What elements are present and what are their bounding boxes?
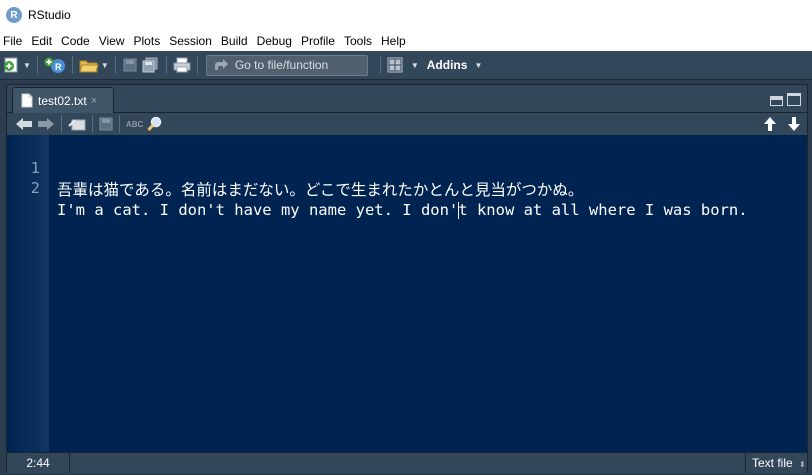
menu-profile[interactable]: Profile <box>297 34 340 48</box>
editor-nav-arrows <box>763 116 801 132</box>
title-bar: R RStudio <box>0 0 812 30</box>
editor-status-bar: 2:44 Text file ⬍ <box>7 452 807 473</box>
file-type-selector[interactable]: Text file ⬍ <box>745 453 807 473</box>
save-icon <box>123 58 137 72</box>
addins-menu-button[interactable]: Addins ▼ <box>427 58 483 72</box>
text-file-icon <box>21 93 33 108</box>
open-file-button[interactable]: ▼ <box>79 55 109 75</box>
goto-arrow-icon <box>214 59 228 70</box>
print-button[interactable] <box>173 55 191 75</box>
minimize-pane-icon[interactable] <box>770 96 783 106</box>
line-number: 2 <box>30 179 40 197</box>
line-text: I'm a cat. I don't have my name yet. I d… <box>57 199 748 221</box>
pane-layout-button[interactable]: ▼ <box>387 55 419 75</box>
line-text-before-cursor: I'm a cat. I don't have my name yet. I d… <box>57 201 459 219</box>
toolbar-divider <box>379 56 381 74</box>
addins-label: Addins <box>426 58 468 72</box>
grid-layout-icon <box>387 57 403 73</box>
toolbar-divider <box>196 56 198 74</box>
tab-label: test02.txt <box>38 93 87 108</box>
chevron-down-icon: ▼ <box>23 60 31 70</box>
save-icon <box>99 117 113 131</box>
menu-debug[interactable]: Debug <box>253 34 297 48</box>
menu-view[interactable]: View <box>95 34 130 48</box>
editor-save-button[interactable] <box>99 114 113 134</box>
chevron-down-icon: ▼ <box>410 60 419 70</box>
code-editor[interactable]: 1 吾輩は猫である。名前はまだない。どこで生まれたかとんと見当がつかぬ。 2 I… <box>7 135 807 452</box>
menu-build[interactable]: Build <box>217 34 253 48</box>
show-in-window-button[interactable] <box>68 114 86 134</box>
svg-text:R: R <box>55 62 62 72</box>
code-line[interactable]: 2 I'm a cat. I don't have my name yet. I… <box>7 155 748 219</box>
magnifier-icon <box>147 116 162 132</box>
toolbar-divider <box>119 115 120 133</box>
toolbar-divider <box>92 115 93 133</box>
chevron-down-icon: ▼ <box>474 60 483 70</box>
new-file-button[interactable]: ▼ <box>3 55 31 75</box>
save-all-button[interactable] <box>142 55 160 75</box>
file-type-label: Text file <box>752 456 793 470</box>
line-text: 吾輩は猫である。名前はまだない。どこで生まれたかとんと見当がつかぬ。 <box>57 181 584 199</box>
spellcheck-icon: ABC <box>126 119 144 129</box>
arrow-right-icon <box>38 118 54 130</box>
chevron-updown-icon: ⬍ <box>799 460 806 469</box>
toolbar-divider <box>114 56 116 74</box>
menu-edit[interactable]: Edit <box>27 34 57 48</box>
new-project-icon: R <box>44 57 65 73</box>
maximize-pane-icon[interactable] <box>787 93 801 106</box>
new-file-icon <box>4 57 18 73</box>
go-to-file-placeholder: Go to file/function <box>234 58 329 72</box>
toolbar-divider <box>36 56 38 74</box>
toolbar-divider <box>61 115 62 133</box>
arrow-up-icon[interactable] <box>763 116 777 132</box>
menu-session[interactable]: Session <box>165 34 217 48</box>
line-text-after-cursor: t know at all where I was born. <box>458 201 748 219</box>
window-title: RStudio <box>28 8 71 22</box>
go-to-file-function-input[interactable]: Go to file/function <box>205 54 368 76</box>
rstudio-logo-icon: R <box>6 7 22 23</box>
toolbar-divider <box>71 56 73 74</box>
chevron-down-icon: ▼ <box>100 60 109 70</box>
menu-help[interactable]: Help <box>377 34 411 48</box>
spell-check-button[interactable]: ABC <box>126 114 143 134</box>
menu-file[interactable]: File <box>0 34 27 48</box>
open-in-window-icon <box>68 119 86 131</box>
pane-window-controls <box>770 93 801 106</box>
arrow-down-icon[interactable] <box>787 116 801 132</box>
editor-toolbar: ABC <box>7 113 807 135</box>
close-tab-icon[interactable]: × <box>91 95 97 107</box>
back-button[interactable] <box>15 114 33 134</box>
menu-bar: File Edit Code View Plots Session Build … <box>0 30 812 51</box>
main-toolbar: ▼ R ▼ Go to file/function ▼ Addins ▼ <box>0 51 812 80</box>
printer-icon <box>173 57 191 73</box>
find-replace-button[interactable] <box>147 114 163 134</box>
menu-plots[interactable]: Plots <box>130 34 166 48</box>
new-project-button[interactable]: R <box>44 55 66 75</box>
tab-test02-txt[interactable]: test02.txt × <box>12 87 114 113</box>
editor-tab-strip: test02.txt × <box>7 85 807 113</box>
save-all-icon <box>142 57 158 73</box>
menu-code[interactable]: Code <box>57 34 95 48</box>
menu-tools[interactable]: Tools <box>340 34 377 48</box>
source-editor-pane: test02.txt × ABC 1 吾輩は猫である。名前はまだない。どこで生ま… <box>6 84 808 473</box>
toolbar-divider <box>165 56 167 74</box>
arrow-left-icon <box>16 118 32 130</box>
forward-button[interactable] <box>37 114 55 134</box>
code-line[interactable]: 1 吾輩は猫である。名前はまだない。どこで生まれたかとんと見当がつかぬ。 <box>7 135 584 199</box>
cursor-position: 2:44 <box>7 453 70 473</box>
folder-open-icon <box>79 60 99 73</box>
save-button[interactable] <box>122 55 138 75</box>
